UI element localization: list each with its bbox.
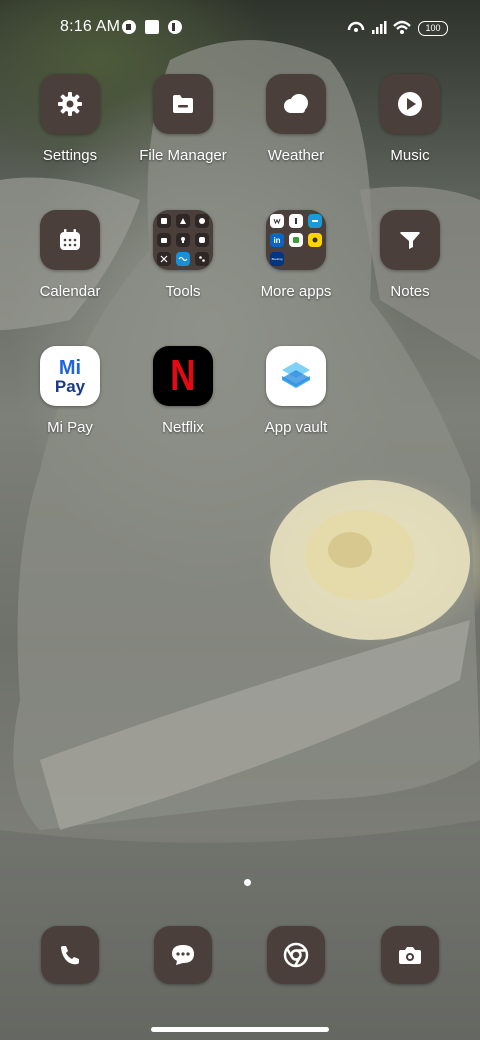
- app-label: Tools: [165, 283, 201, 300]
- app-settings[interactable]: Settings: [15, 74, 125, 164]
- app-label: Music: [390, 147, 430, 164]
- chrome-icon: [283, 942, 309, 968]
- app-label: Mi Pay: [47, 419, 93, 436]
- cloud-icon: [284, 94, 308, 113]
- hotspot-icon: [347, 21, 365, 32]
- notes-icon: [400, 232, 420, 249]
- app-calendar[interactable]: Calendar: [15, 210, 125, 300]
- app-app-vault[interactable]: App vault: [241, 346, 351, 436]
- app-weather[interactable]: Weather: [241, 74, 351, 164]
- calendar-icon: [60, 229, 80, 250]
- dock-phone[interactable]: [15, 926, 125, 984]
- dock-camera[interactable]: [355, 926, 465, 984]
- app-netflix[interactable]: N Netflix: [128, 346, 238, 436]
- app-label: Netflix: [162, 419, 204, 436]
- notification-square-icon: [145, 20, 159, 34]
- netflix-icon: N: [170, 351, 196, 400]
- play-icon: [398, 92, 422, 116]
- battery-icon: 100: [418, 21, 448, 36]
- messages-icon: [172, 945, 194, 965]
- app-label: Weather: [267, 147, 325, 164]
- app-label: More apps: [260, 283, 332, 300]
- app-label: Calendar: [39, 283, 101, 300]
- camera-icon: [399, 947, 421, 964]
- app-notification-icon: [168, 20, 182, 34]
- app-label: Notes: [390, 283, 430, 300]
- app-mi-pay[interactable]: Mi Pay Mi Pay: [15, 346, 125, 436]
- camera-off-icon: [122, 20, 136, 34]
- app-vault-icon: [282, 362, 310, 388]
- app-notes[interactable]: Notes: [355, 210, 465, 300]
- folder-tools[interactable]: Tools: [128, 210, 238, 300]
- signal-icon: [372, 21, 387, 34]
- app-music[interactable]: Music: [355, 74, 465, 164]
- dock-chrome[interactable]: [241, 926, 351, 984]
- gear-icon: [58, 92, 82, 116]
- dock-messages[interactable]: [128, 926, 238, 984]
- folder-icon: [173, 95, 193, 113]
- app-label: App vault: [264, 419, 328, 436]
- status-bar: 8:16 AM 100: [0, 0, 480, 56]
- app-file-manager[interactable]: File Manager: [128, 74, 238, 164]
- home-indicator[interactable]: [151, 1027, 329, 1032]
- page-indicator[interactable]: [244, 879, 251, 886]
- status-time: 8:16 AM: [60, 18, 121, 35]
- mi-pay-icon: Mi Pay: [54, 356, 86, 396]
- wifi-icon: [393, 20, 411, 34]
- phone-icon: [61, 946, 79, 965]
- app-label: File Manager: [139, 147, 227, 164]
- folder-more-apps[interactable]: in Booking More apps: [241, 210, 351, 300]
- app-label: Settings: [42, 147, 98, 164]
